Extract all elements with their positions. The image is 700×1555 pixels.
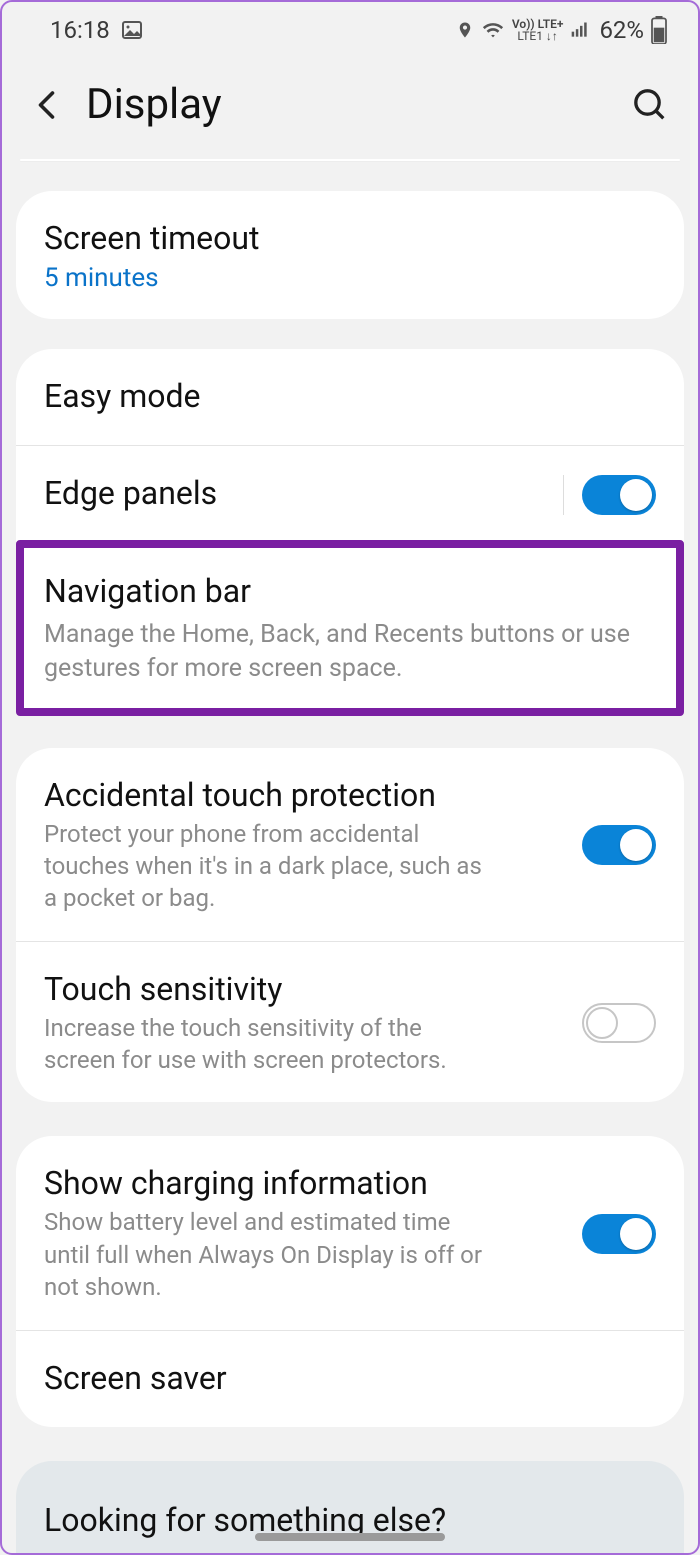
image-icon [120,18,144,42]
status-time: 16:18 [50,16,110,44]
battery-percent: 62% [599,16,644,44]
edge-panels-toggle[interactable] [582,475,656,515]
charging-info-toggle[interactable] [582,1214,656,1254]
row-touch-sensitivity[interactable]: Touch sensitivity Increase the touch sen… [16,941,684,1103]
gesture-handle[interactable] [255,1533,445,1541]
row-edge-panels[interactable]: Edge panels [16,445,684,542]
edge-panels-title: Edge panels [44,474,563,512]
row-easy-mode[interactable]: Easy mode [16,349,684,445]
accidental-touch-toggle[interactable] [582,825,656,865]
touch-sensitivity-toggle[interactable] [582,1003,656,1043]
status-bar: 16:18 Vo)) LTE+ LTE1 ↓↑ 62% [2,2,698,50]
accidental-touch-desc: Protect your phone from accidental touch… [44,818,582,915]
row-accidental-touch[interactable]: Accidental touch protection Protect your… [16,748,684,941]
navigation-bar-title: Navigation bar [44,572,656,610]
divider [20,159,680,161]
location-icon [456,19,474,41]
header: Display [2,50,698,159]
row-charging-info[interactable]: Show charging information Show battery l… [16,1136,684,1329]
signal-icon [569,20,591,40]
charging-info-desc: Show battery level and estimated time un… [44,1206,582,1303]
back-icon[interactable] [30,87,66,123]
network-lte-icon: Vo)) LTE+ LTE1 ↓↑ [512,18,564,42]
screen-timeout-title: Screen timeout [44,219,656,257]
screen-saver-title: Screen saver [44,1359,656,1397]
search-icon[interactable] [630,85,670,125]
card-misc: Show charging information Show battery l… [16,1136,684,1426]
navigation-bar-desc: Manage the Home, Back, and Recents butto… [44,618,656,686]
row-screen-saver[interactable]: Screen saver [16,1330,684,1427]
page-title: Display [86,80,630,129]
row-screen-timeout[interactable]: Screen timeout 5 minutes [16,191,684,319]
charging-info-title: Show charging information [44,1164,582,1202]
wifi-icon [480,19,506,41]
screen-timeout-value: 5 minutes [44,263,656,293]
touch-sensitivity-desc: Increase the touch sensitivity of the sc… [44,1012,582,1077]
row-navigation-bar[interactable]: Navigation bar Manage the Home, Back, an… [16,540,684,716]
easy-mode-title: Easy mode [44,377,656,415]
card-mode: Easy mode Edge panels [16,349,684,542]
card-touch: Accidental touch protection Protect your… [16,748,684,1103]
toggle-separator [563,475,564,515]
card-screen-timeout: Screen timeout 5 minutes [16,191,684,319]
battery-icon [650,16,668,44]
touch-sensitivity-title: Touch sensitivity [44,970,582,1008]
accidental-touch-title: Accidental touch protection [44,776,582,814]
